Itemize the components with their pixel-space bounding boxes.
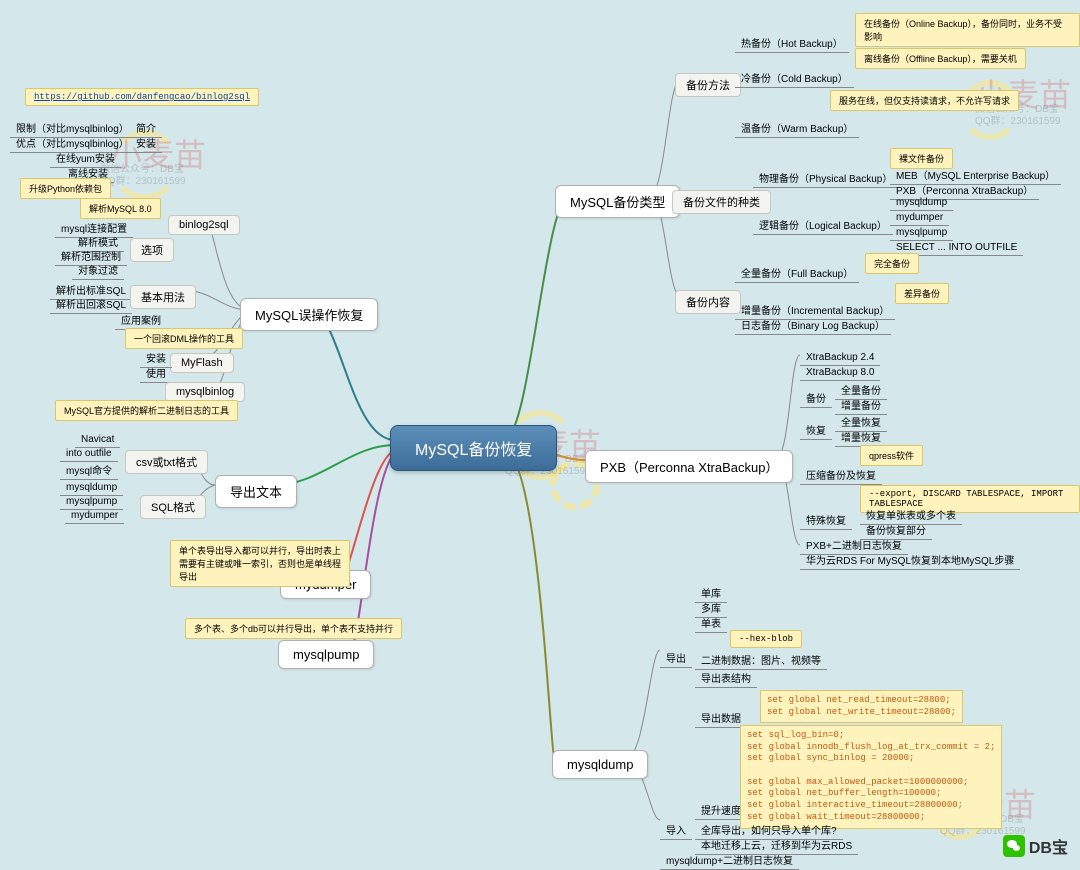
note-hot: 在线备份（Online Backup），备份同时，业务不受影响 <box>855 13 1080 47</box>
node-basic[interactable]: 基本用法 <box>130 285 196 309</box>
code-speedup: set sql_log_bin=0; set global innodb_flu… <box>740 725 1002 829</box>
node-l-mydumper[interactable]: mydumper <box>890 210 949 226</box>
node-pxb-incrrs[interactable]: 增量恢复 <box>835 427 887 447</box>
node-myflash[interactable]: MyFlash <box>170 353 234 373</box>
branch-pxb[interactable]: PXB（Perconna XtraBackup） <box>585 450 793 483</box>
github-link[interactable]: https://github.com/danfengcao/binlog2sql <box>25 88 259 106</box>
note-hexblob: --hex-blob <box>730 630 802 648</box>
node-danbiao[interactable]: 单表 <box>695 613 727 633</box>
node-hot[interactable]: 热备份（Hot Backup） <box>735 33 849 53</box>
node-special[interactable]: 特殊恢复 <box>800 510 852 530</box>
wechat-icon <box>1003 835 1025 857</box>
node-appcase[interactable]: 应用案例 <box>115 310 167 330</box>
node-dmltool[interactable]: 一个回滚DML操作的工具 <box>125 328 243 349</box>
node-md-export[interactable]: 导出 <box>660 648 692 668</box>
node-content[interactable]: 备份内容 <box>675 290 741 314</box>
branch-misoperation[interactable]: MySQL误操作恢复 <box>240 298 378 331</box>
node-warm[interactable]: 温备份（Warm Backup） <box>735 118 859 138</box>
node-l-mysqlpump[interactable]: mysqlpump <box>890 225 953 241</box>
node-logical[interactable]: 逻辑备份（Logical Backup） <box>753 215 893 235</box>
branch-backuptype[interactable]: MySQL备份类型 <box>555 185 680 218</box>
node-binary[interactable]: 二进制数据：图片、视频等 <box>695 650 827 670</box>
note-full: 完全备份 <box>865 253 919 274</box>
node-physical[interactable]: 物理备份（Physical Backup） <box>753 168 898 188</box>
code-timeout: set global net_read_timeout=28800; set g… <box>760 690 963 723</box>
node-md-import[interactable]: 导入 <box>660 820 692 840</box>
watermark-gray-tr2: QQ群：230161599 <box>975 112 1061 127</box>
branch-mysqldump[interactable]: mysqldump <box>552 750 648 779</box>
node-cold[interactable]: 冷备份（Cold Backup） <box>735 68 854 88</box>
root-node[interactable]: MySQL备份恢复 <box>390 425 557 471</box>
node-options[interactable]: 选项 <box>130 238 174 262</box>
node-huawei[interactable]: 华为云RDS For MySQL恢复到本地MySQL步骤 <box>800 550 1020 570</box>
node-l-mysqldump[interactable]: mysqldump <box>890 195 953 211</box>
branch-mysqlpump[interactable]: mysqlpump <box>278 640 374 669</box>
node-pyupgrade[interactable]: 升级Python依赖包 <box>20 178 111 199</box>
node-official[interactable]: MySQL官方提供的解析二进制日志的工具 <box>55 400 238 421</box>
node-mysqlbinlog[interactable]: mysqlbinlog <box>165 382 245 402</box>
node-pxb-backup[interactable]: 备份 <box>800 388 832 408</box>
node-compress[interactable]: 压缩备份及恢复 <box>800 465 882 485</box>
node-tablestruct[interactable]: 导出表结构 <box>695 668 757 688</box>
node-objfilter[interactable]: 对象过滤 <box>72 260 124 280</box>
node-ex-mydumper[interactable]: mydumper <box>65 508 124 524</box>
node-sql[interactable]: SQL格式 <box>140 495 206 519</box>
branch-export[interactable]: 导出文本 <box>215 475 297 508</box>
note-incr: 差异备份 <box>895 283 949 304</box>
note-cold: 离线备份（Offline Backup），需要关机 <box>855 48 1026 69</box>
node-v80[interactable]: XtraBackup 8.0 <box>800 365 880 381</box>
node-method[interactable]: 备份方法 <box>675 73 741 97</box>
brand-logo: DB宝 <box>1003 834 1068 858</box>
node-filetype[interactable]: 备份文件的种类 <box>672 190 771 214</box>
node-v24[interactable]: XtraBackup 2.4 <box>800 350 880 366</box>
note-mydumper: 单个表导出导入都可以并行，导出时表上需要有主键或唯一索引，否则也是单线程导出 <box>170 540 350 587</box>
node-binlog2sql[interactable]: binlog2sql <box>168 215 240 235</box>
node-csvtxt[interactable]: csv或txt格式 <box>125 450 208 474</box>
node-pxb-restore[interactable]: 恢复 <box>800 420 832 440</box>
node-parse8[interactable]: 解析MySQL 8.0 <box>80 198 161 219</box>
node-mfuse[interactable]: 使用 <box>140 363 172 383</box>
node-full[interactable]: 全量备份（Full Backup） <box>735 263 859 283</box>
brand-text: DB宝 <box>1029 834 1068 858</box>
node-binlogrestore[interactable]: mysqldump+二进制日志恢复 <box>660 850 799 870</box>
note-qpress: qpress软件 <box>860 445 923 466</box>
note-warm: 服务在线，但仅支持读请求，不允许写请求 <box>830 90 1019 111</box>
node-mysqlcmd[interactable]: mysql命令 <box>60 460 118 480</box>
node-binlog[interactable]: 日志备份（Binary Log Backup） <box>735 315 891 335</box>
note-mysqlpump: 多个表、多个db可以并行导出，单个表不支持并行 <box>185 618 402 639</box>
